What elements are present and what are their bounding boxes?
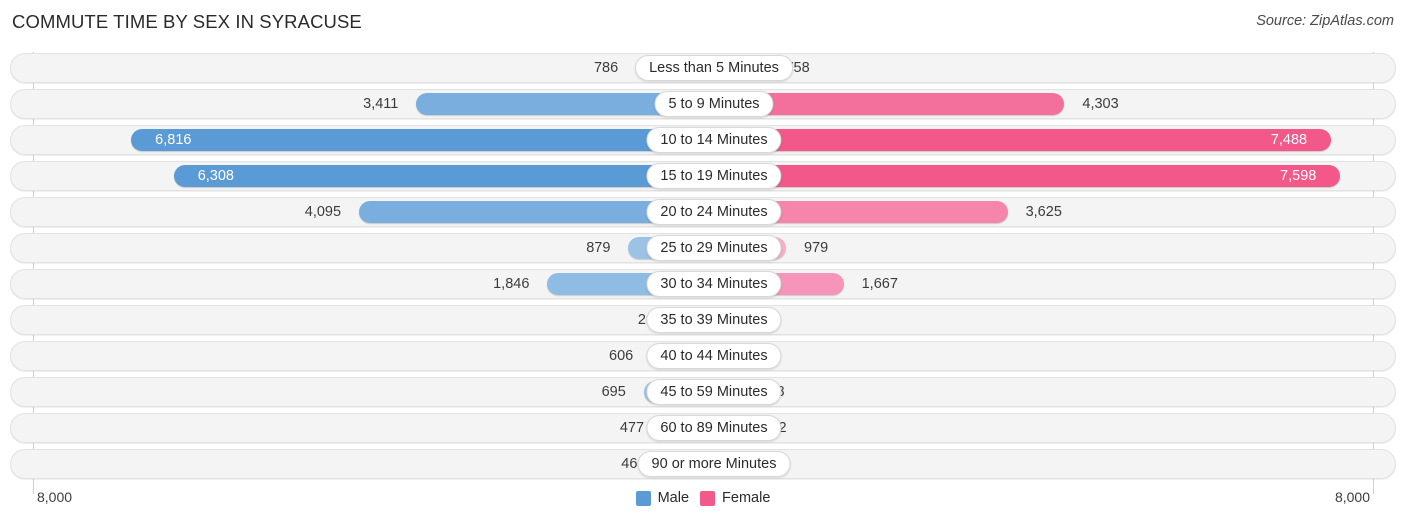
bar-value-female: 7,598 <box>1280 168 1317 184</box>
bar-female[interactable] <box>704 129 1332 151</box>
bar-row-inner: 60629540 to 44 Minutes <box>11 342 1395 370</box>
bar-row[interactable]: 6,308 7,598 15 to 19 Minutes <box>10 161 1396 191</box>
category-label-pill: 15 to 19 Minutes <box>646 163 782 189</box>
bar-row-inner: 6,816 7,488 10 to 14 Minutes <box>11 126 1395 154</box>
bar-value-male: 695 <box>601 384 626 400</box>
bar-male[interactable] <box>131 129 702 151</box>
category-label-pill: 5 to 9 Minutes <box>654 91 774 117</box>
bar-value-male: 3,411 <box>363 96 399 112</box>
bar-male[interactable] <box>173 165 702 187</box>
chart-root: COMMUTE TIME BY SEX IN SYRACUSE Source: … <box>0 0 1406 523</box>
bar-row-inner: 3,411 4,303 5 to 9 Minutes <box>11 90 1395 118</box>
legend-swatch-male-icon <box>635 490 651 506</box>
bar-row-inner: 1,846 1,667 30 to 34 Minutes <box>11 270 1395 298</box>
bar-row[interactable]: 26212835 to 39 Minutes <box>10 305 1396 335</box>
bar-row[interactable]: 879 979 25 to 29 Minutes <box>10 233 1396 263</box>
plot-area: 786 758 Less than 5 Minutes 3,411 4,303 5 to … <box>0 52 1406 494</box>
bar-row[interactable]: 1,846 1,667 30 to 34 Minutes <box>10 269 1396 299</box>
bar-value-female: 1,667 <box>861 276 898 292</box>
bar-value-female: 7,488 <box>1270 132 1308 148</box>
bar-value-male: 477 <box>619 420 645 436</box>
bar-row[interactable]: 786 758 Less than 5 Minutes <box>10 53 1396 83</box>
bar-value-male: 6,816 <box>155 132 192 148</box>
bar-row[interactable]: 60629540 to 44 Minutes <box>10 341 1396 371</box>
bar-value-male: 606 <box>609 348 634 364</box>
category-label-pill: 45 to 59 Minutes <box>646 379 782 405</box>
category-label-pill: 60 to 89 Minutes <box>646 415 782 441</box>
bar-row-inner: 26212835 to 39 Minutes <box>11 306 1395 334</box>
page-title: COMMUTE TIME BY SEX IN SYRACUSE <box>12 11 362 32</box>
bar-value-male: 786 <box>593 60 619 76</box>
legend-label-male: Male <box>657 490 690 506</box>
legend: Male Female <box>0 490 1406 506</box>
bar-row-inner: 879 979 25 to 29 Minutes <box>11 234 1395 262</box>
category-label-pill: 35 to 39 Minutes <box>646 307 782 333</box>
bar-row-inner: 6,308 7,598 15 to 19 Minutes <box>11 162 1395 190</box>
chart-footer: 8,000 8,000 Male Female <box>0 486 1406 523</box>
category-label-pill: 40 to 44 Minutes <box>646 343 782 369</box>
bar-value-female: 979 <box>803 240 829 256</box>
legend-label-female: Female <box>722 490 771 506</box>
category-label-pill: 10 to 14 Minutes <box>646 127 782 153</box>
bar-value-male: 6,308 <box>197 168 234 184</box>
bar-value-female: 3,625 <box>1025 204 1062 220</box>
bar-row-inner: 47748260 to 89 Minutes <box>11 414 1395 442</box>
bar-row[interactable]: 4,095 3,625 20 to 24 Minutes <box>10 197 1396 227</box>
bar-row[interactable]: 46020390 or more Minutes <box>10 449 1396 479</box>
legend-swatch-female-icon <box>700 490 716 506</box>
source-attribution: Source: ZipAtlas.com <box>1256 13 1394 29</box>
legend-item-male[interactable]: Male <box>635 490 690 506</box>
bar-female[interactable] <box>704 165 1341 187</box>
bar-row-inner: 69545845 to 59 Minutes <box>11 378 1395 406</box>
category-label-pill: 90 or more Minutes <box>637 451 791 477</box>
category-label-pill: 20 to 24 Minutes <box>646 199 782 225</box>
bar-row-inner: 4,095 3,625 20 to 24 Minutes <box>11 198 1395 226</box>
category-label-pill: 25 to 29 Minutes <box>646 235 782 261</box>
bar-row-inner: 786 758 Less than 5 Minutes <box>11 54 1395 82</box>
bar-row-inner: 46020390 or more Minutes <box>11 450 1395 478</box>
bar-value-male: 879 <box>586 240 611 256</box>
bar-value-male: 1,846 <box>493 276 530 292</box>
bar-row[interactable]: 3,411 4,303 5 to 9 Minutes <box>10 89 1396 119</box>
bar-value-male: 4,095 <box>304 204 342 220</box>
bar-row[interactable]: 47748260 to 89 Minutes <box>10 413 1396 443</box>
bar-row[interactable]: 69545845 to 59 Minutes <box>10 377 1396 407</box>
category-label-pill: 30 to 34 Minutes <box>646 271 782 297</box>
legend-item-female[interactable]: Female <box>700 490 770 506</box>
bar-row[interactable]: 6,816 7,488 10 to 14 Minutes <box>10 125 1396 155</box>
category-label-pill: Less than 5 Minutes <box>635 55 793 81</box>
bar-value-female: 4,303 <box>1082 96 1119 112</box>
